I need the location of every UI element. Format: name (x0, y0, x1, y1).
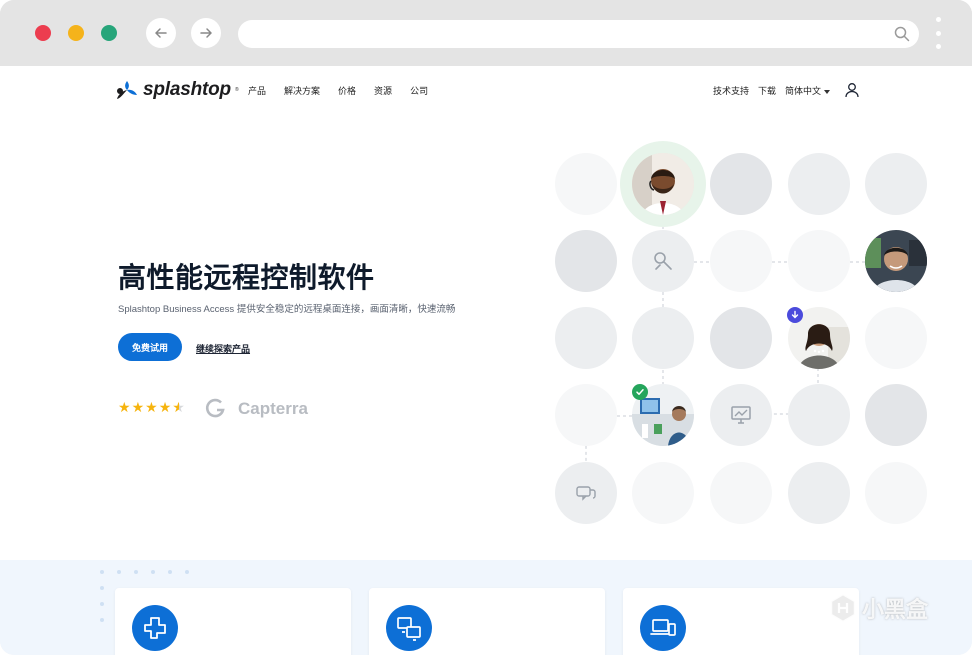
grid-node (555, 230, 617, 292)
address-bar[interactable] (238, 20, 919, 48)
feature-icon-circle (132, 605, 178, 651)
tools-search-icon (654, 252, 672, 270)
grid-node-chat (555, 462, 617, 524)
download-badge-icon (787, 307, 803, 323)
close-window-button[interactable] (35, 25, 51, 41)
check-badge-icon (632, 384, 648, 400)
maximize-window-button[interactable] (101, 25, 117, 41)
xiaoheihe-watermark: 小黑盒 (828, 592, 928, 624)
grid-node (555, 384, 617, 446)
grid-node (710, 307, 772, 369)
grid-node (710, 462, 772, 524)
grid-node (865, 384, 927, 446)
grid-node (788, 462, 850, 524)
grid-node (865, 307, 927, 369)
feature-card-multi-screen[interactable] (369, 588, 605, 655)
office-worker-avatar (865, 230, 927, 292)
laptop-phone-icon (650, 619, 676, 636)
back-button[interactable] (146, 18, 176, 48)
watermark-text: 小黑盒 (862, 597, 929, 622)
xiaoheihe-logo-icon (829, 592, 857, 624)
remote-access-icon (144, 617, 166, 639)
grid-node (632, 307, 694, 369)
feature-card-devices[interactable] (623, 588, 859, 655)
support-agent-avatar (632, 153, 694, 215)
grid-node (788, 384, 850, 446)
grid-node (865, 153, 927, 215)
monitor-chart-icon (731, 406, 751, 424)
feature-card-remote-access[interactable] (115, 588, 351, 655)
browser-toolbar (0, 0, 972, 66)
multi-monitor-icon (397, 617, 421, 641)
grid-node (710, 230, 772, 292)
webpage: splashtop ® 产品 解决方案 价格 资源 公司 技术支持 下载 简体中文… (0, 66, 972, 655)
search-icon[interactable] (893, 25, 911, 43)
grid-node (788, 230, 850, 292)
grid-node-monitor (710, 384, 772, 446)
grid-node (865, 462, 927, 524)
grid-node-tools (632, 230, 694, 292)
feature-icon-circle (640, 605, 686, 651)
grid-node (632, 462, 694, 524)
browser-window: splashtop ® 产品 解决方案 价格 资源 公司 技术支持 下载 简体中文… (0, 0, 972, 655)
arrow-right-icon (200, 28, 212, 38)
chat-bubbles-icon (576, 486, 596, 501)
arrow-left-icon (155, 28, 167, 38)
grid-node (555, 153, 617, 215)
grid-node (788, 153, 850, 215)
kebab-menu-icon[interactable] (934, 17, 942, 49)
grid-node (710, 153, 772, 215)
grid-node (555, 307, 617, 369)
forward-button[interactable] (191, 18, 221, 48)
feature-icon-circle (386, 605, 432, 651)
minimize-window-button[interactable] (68, 25, 84, 41)
